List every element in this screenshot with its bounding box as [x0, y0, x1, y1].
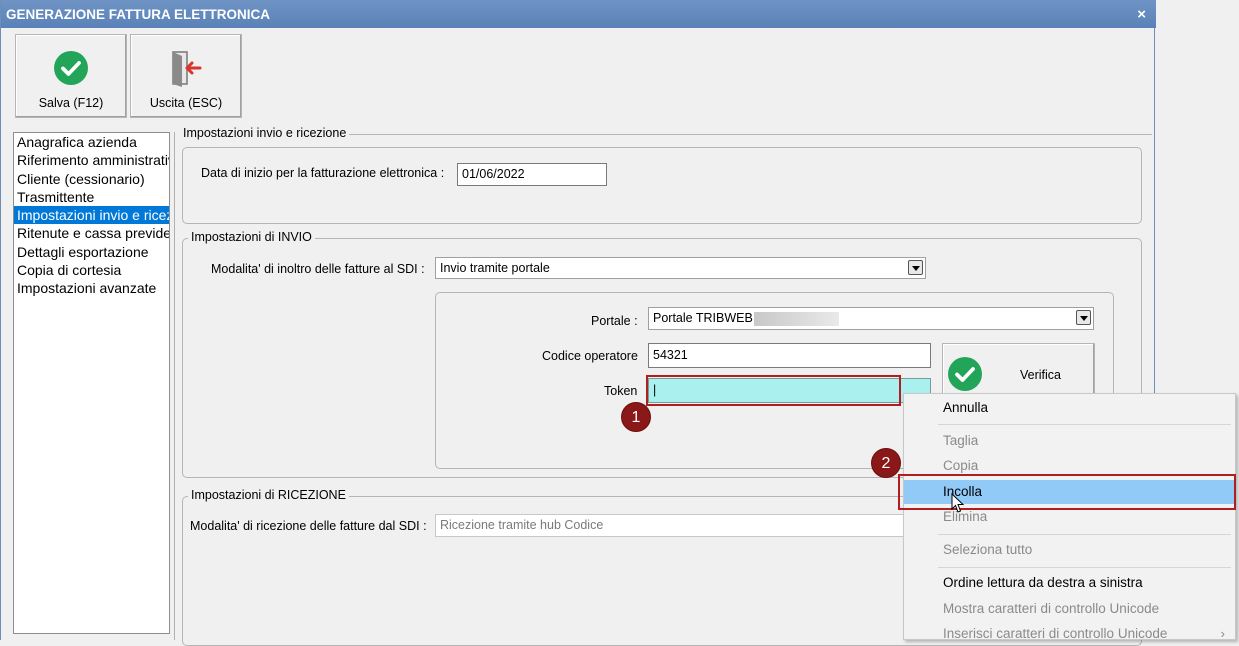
- receive-mode-label: Modalita' di ricezione delle fatture dal…: [190, 519, 427, 533]
- start-date-label: Data di inizio per la fatturazione elett…: [201, 166, 445, 180]
- group-receive-title: Impostazioni di RICEZIONE: [188, 488, 349, 502]
- nav-item-impostazioni-invio[interactable]: Impostazioni invio e ricezione: [14, 206, 169, 225]
- annotation-highlight-token: [646, 375, 901, 406]
- menu-item-insert-unicode-label: Inserisci caratteri di controllo Unicode: [943, 626, 1168, 641]
- exit-door-icon: [168, 49, 204, 90]
- group-send-title: Impostazioni di INVIO: [188, 230, 315, 244]
- mouse-cursor-icon: [951, 492, 965, 517]
- operator-code-label: Codice operatore: [542, 349, 638, 363]
- nav-item-copia-cortesia[interactable]: Copia di cortesia: [14, 261, 169, 279]
- chevron-right-icon: ›: [1220, 626, 1225, 641]
- nav-item-trasmittente[interactable]: Trasmittente: [14, 188, 169, 206]
- portal-value: Portale TRIBWEB: [653, 311, 753, 325]
- annotation-highlight-paste: [898, 474, 1236, 510]
- menu-item-insert-unicode[interactable]: Inserisci caratteri di controllo Unicode…: [904, 622, 1235, 646]
- send-mode-select[interactable]: Invio tramite portale: [435, 257, 926, 279]
- nav-item-dettagli-esportazione[interactable]: Dettagli esportazione: [14, 243, 169, 261]
- menu-separator: [938, 567, 1231, 568]
- start-date-input[interactable]: 01/06/2022: [457, 163, 607, 186]
- menu-separator: [938, 534, 1231, 535]
- window-title: GENERAZIONE FATTURA ELETTRONICA: [6, 7, 270, 22]
- nav-item-impostazioni-avanzate[interactable]: Impostazioni avanzate: [14, 279, 169, 297]
- portal-label: Portale :: [591, 314, 638, 328]
- portal-select[interactable]: Portale TRIBWEB: [648, 307, 1094, 330]
- annotation-marker-2: 2: [871, 448, 901, 478]
- menu-item-undo[interactable]: Annulla: [904, 396, 1235, 420]
- nav-item-anagrafica[interactable]: Anagrafica azienda: [14, 133, 169, 151]
- group-general-title: Impostazioni invio e ricezione: [180, 126, 350, 140]
- chevron-down-icon[interactable]: [908, 260, 923, 275]
- receive-mode-select[interactable]: Ricezione tramite hub Codice: [435, 514, 926, 537]
- send-mode-label: Modalita' di inoltro delle fatture al SD…: [211, 262, 425, 276]
- menu-item-show-unicode[interactable]: Mostra caratteri di controllo Unicode: [904, 597, 1235, 621]
- menu-item-select-all[interactable]: Seleziona tutto: [904, 538, 1235, 562]
- exit-button-label: Uscita (ESC): [149, 96, 223, 110]
- menu-item-cut[interactable]: Taglia: [904, 429, 1235, 453]
- verify-button-label: Verifica: [1020, 368, 1061, 382]
- group-general-box: [182, 147, 1142, 224]
- save-button[interactable]: Salva (F12): [15, 34, 127, 118]
- send-mode-value: Invio tramite portale: [440, 261, 550, 275]
- chevron-down-icon[interactable]: [1076, 310, 1091, 325]
- nav-item-cliente[interactable]: Cliente (cessionario): [14, 170, 169, 188]
- operator-code-input[interactable]: 54321: [648, 343, 931, 368]
- save-button-label: Salva (F12): [38, 96, 104, 110]
- check-circle-icon: [53, 50, 89, 89]
- redacted-block: [754, 312, 839, 326]
- nav-item-riferimento[interactable]: Riferimento amministrativo: [14, 151, 169, 169]
- check-circle-icon: [947, 356, 983, 395]
- exit-button[interactable]: Uscita (ESC): [130, 34, 242, 118]
- annotation-marker-1: 1: [621, 402, 651, 432]
- title-bar: GENERAZIONE FATTURA ELETTRONICA ×: [1, 0, 1156, 28]
- nav-item-ritenute[interactable]: Ritenute e cassa previdenziale: [14, 224, 169, 242]
- section-list[interactable]: Anagrafica azienda Riferimento amministr…: [13, 132, 170, 634]
- token-label: Token: [604, 384, 638, 398]
- menu-separator: [938, 424, 1231, 425]
- close-icon[interactable]: ×: [1137, 0, 1146, 30]
- menu-item-rtl-order[interactable]: Ordine lettura da destra a sinistra: [904, 571, 1235, 595]
